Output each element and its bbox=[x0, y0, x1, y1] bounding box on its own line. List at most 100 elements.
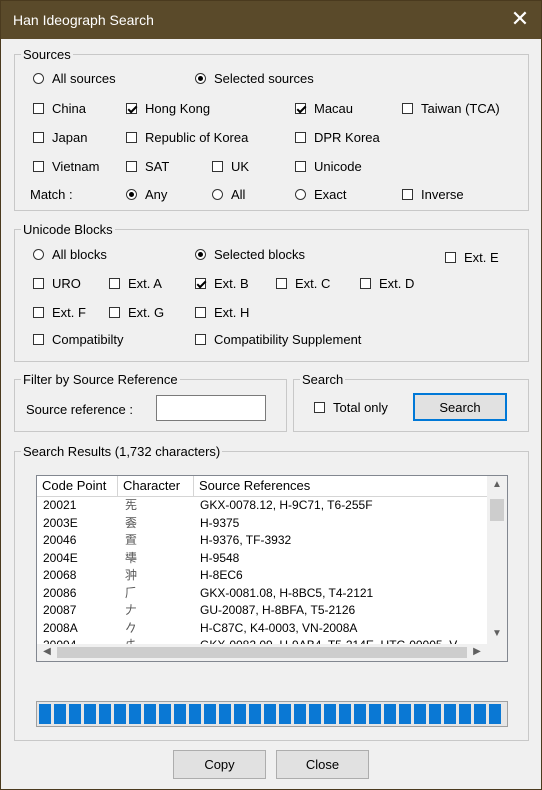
progress-segment bbox=[144, 704, 156, 724]
source-checkbox-rok[interactable]: Republic of Korea bbox=[126, 128, 248, 146]
checkbox-indicator bbox=[295, 131, 306, 143]
source-checkbox-china[interactable]: China bbox=[33, 99, 86, 117]
table-row[interactable]: 20021 𠀡 GKX-0078.12, H-9C71, T6-255F bbox=[37, 497, 487, 515]
checkbox-indicator bbox=[195, 277, 206, 289]
progress-segment bbox=[309, 704, 321, 724]
progress-segment bbox=[384, 704, 396, 724]
source-references-cell: H-9548 bbox=[200, 550, 240, 565]
block-label: Ext. G bbox=[128, 304, 165, 320]
block-checkbox-compatibility[interactable]: Compatibilty bbox=[33, 330, 124, 348]
checkbox-indicator bbox=[33, 131, 44, 143]
vertical-scroll-thumb[interactable] bbox=[490, 499, 504, 521]
source-checkbox-unicode[interactable]: Unicode bbox=[295, 157, 362, 175]
column-header-code-point[interactable]: Code Point bbox=[37, 476, 118, 496]
progress-segment bbox=[39, 704, 51, 724]
source-label: Taiwan (TCA) bbox=[421, 100, 500, 116]
block-label: Ext. B bbox=[214, 275, 249, 291]
progress-segment bbox=[249, 704, 261, 724]
block-checkbox-compat-supplement[interactable]: Compatibility Supplement bbox=[195, 330, 361, 348]
table-row[interactable]: 2008A 𠂊 H-C87C, K4-0003, VN-2008A bbox=[37, 620, 487, 638]
code-point-cell: 2003E bbox=[43, 515, 78, 530]
block-checkbox-ext-f[interactable]: Ext. F bbox=[33, 303, 86, 321]
all-blocks-label: All blocks bbox=[52, 246, 107, 262]
block-checkbox-uro[interactable]: URO bbox=[33, 274, 81, 292]
source-checkbox-vietnam[interactable]: Vietnam bbox=[33, 157, 99, 175]
close-icon[interactable]: ✕ bbox=[509, 8, 531, 30]
character-cell: 𠀾 bbox=[125, 515, 138, 530]
scroll-left-icon[interactable]: ◀ bbox=[39, 646, 55, 657]
inverse-label: Inverse bbox=[421, 186, 464, 202]
selected-blocks-radio[interactable]: Selected blocks bbox=[195, 245, 305, 263]
character-cell: 𠀡 bbox=[125, 498, 138, 512]
checkbox-indicator bbox=[33, 333, 44, 345]
block-checkbox-ext-b[interactable]: Ext. B bbox=[195, 274, 249, 292]
character-cell: 𠂇 bbox=[125, 603, 138, 617]
table-row[interactable]: 20068 𠁨 H-8EC6 bbox=[37, 567, 487, 585]
title-bar: Han Ideograph Search ✕ bbox=[1, 1, 541, 39]
match-all-radio[interactable]: All bbox=[212, 185, 245, 203]
progress-bar bbox=[36, 701, 508, 727]
results-rows: 20021 𠀡 GKX-0078.12, H-9C71, T6-255F 2003E 𠀾… bbox=[37, 497, 487, 661]
source-references-cell: H-8EC6 bbox=[200, 568, 243, 582]
block-checkbox-ext-d[interactable]: Ext. D bbox=[360, 274, 414, 292]
filter-legend: Filter by Source Reference bbox=[23, 372, 178, 387]
column-header-character[interactable]: Character bbox=[118, 476, 194, 496]
match-exact-radio[interactable]: Exact bbox=[295, 185, 347, 203]
vertical-scrollbar[interactable]: ▲ ▼ bbox=[487, 476, 507, 644]
source-checkbox-taiwan[interactable]: Taiwan (TCA) bbox=[402, 99, 500, 117]
total-only-checkbox[interactable]: Total only bbox=[314, 398, 388, 416]
source-checkbox-macau[interactable]: Macau bbox=[295, 99, 353, 117]
progress-segment bbox=[399, 704, 411, 724]
scroll-right-icon[interactable]: ▶ bbox=[469, 646, 485, 657]
match-any-radio[interactable]: Any bbox=[126, 185, 167, 203]
source-checkbox-japan[interactable]: Japan bbox=[33, 128, 87, 146]
progress-segment bbox=[129, 704, 141, 724]
table-row[interactable]: 20087 𠂇 GU-20087, H-8BFA, T5-2126 bbox=[37, 602, 487, 620]
table-row[interactable]: 20086 𠂆 GKX-0081.08, H-8BC5, T4-2121 bbox=[37, 585, 487, 603]
source-label: Unicode bbox=[314, 158, 362, 174]
progress-segment bbox=[189, 704, 201, 724]
scroll-down-icon[interactable]: ▼ bbox=[489, 628, 505, 639]
table-row[interactable]: 2004E 𠁎 H-9548 bbox=[37, 550, 487, 568]
selected-sources-radio[interactable]: Selected sources bbox=[195, 69, 314, 87]
source-checkbox-hong-kong[interactable]: Hong Kong bbox=[126, 99, 210, 117]
horizontal-scroll-thumb[interactable] bbox=[57, 647, 467, 658]
table-row[interactable]: 2003E 𠀾 H-9375 bbox=[37, 515, 487, 533]
search-legend: Search bbox=[302, 372, 344, 387]
horizontal-scrollbar[interactable]: ◀ ▶ bbox=[37, 644, 487, 661]
table-row[interactable]: 20046 𠁆 H-9376, TF-3932 bbox=[37, 532, 487, 550]
block-checkbox-ext-e[interactable]: Ext. E bbox=[445, 248, 499, 266]
block-checkbox-ext-a[interactable]: Ext. A bbox=[109, 274, 162, 292]
source-checkbox-uk[interactable]: UK bbox=[212, 157, 249, 175]
all-sources-radio[interactable]: All sources bbox=[33, 69, 116, 87]
scroll-up-icon[interactable]: ▲ bbox=[489, 479, 505, 490]
inverse-checkbox[interactable]: Inverse bbox=[402, 185, 464, 203]
block-checkbox-ext-g[interactable]: Ext. G bbox=[109, 303, 164, 321]
all-sources-label: All sources bbox=[52, 70, 116, 86]
source-label: Hong Kong bbox=[145, 100, 211, 116]
checkbox-indicator bbox=[126, 131, 137, 143]
source-checkbox-sat[interactable]: SAT bbox=[126, 157, 169, 175]
copy-button[interactable]: Copy bbox=[173, 750, 266, 779]
radio-indicator bbox=[195, 72, 206, 84]
results-list[interactable]: Code Point Character Source References 2… bbox=[36, 475, 508, 662]
source-reference-input[interactable] bbox=[156, 395, 266, 421]
checkbox-indicator bbox=[33, 277, 44, 289]
block-checkbox-ext-c[interactable]: Ext. C bbox=[276, 274, 330, 292]
code-point-cell: 20068 bbox=[43, 568, 77, 582]
copy-button-label: Copy bbox=[204, 757, 235, 772]
column-header-source-references[interactable]: Source References bbox=[194, 476, 487, 496]
source-checkbox-dprk[interactable]: DPR Korea bbox=[295, 128, 380, 146]
character-cell: 𠁆 bbox=[125, 533, 138, 547]
match-any-label: Any bbox=[145, 186, 168, 202]
checkbox-indicator bbox=[33, 306, 44, 318]
block-label: Ext. D bbox=[379, 275, 415, 291]
all-blocks-radio[interactable]: All blocks bbox=[33, 245, 107, 263]
search-button[interactable]: Search bbox=[413, 393, 507, 421]
block-label: Ext. F bbox=[52, 304, 86, 320]
close-button[interactable]: Close bbox=[276, 750, 369, 779]
source-references-cell: H-C87C, K4-0003, VN-2008A bbox=[200, 620, 358, 635]
results-header: Code Point Character Source References bbox=[37, 476, 487, 497]
source-label: Japan bbox=[52, 129, 88, 145]
block-checkbox-ext-h[interactable]: Ext. H bbox=[195, 303, 249, 321]
